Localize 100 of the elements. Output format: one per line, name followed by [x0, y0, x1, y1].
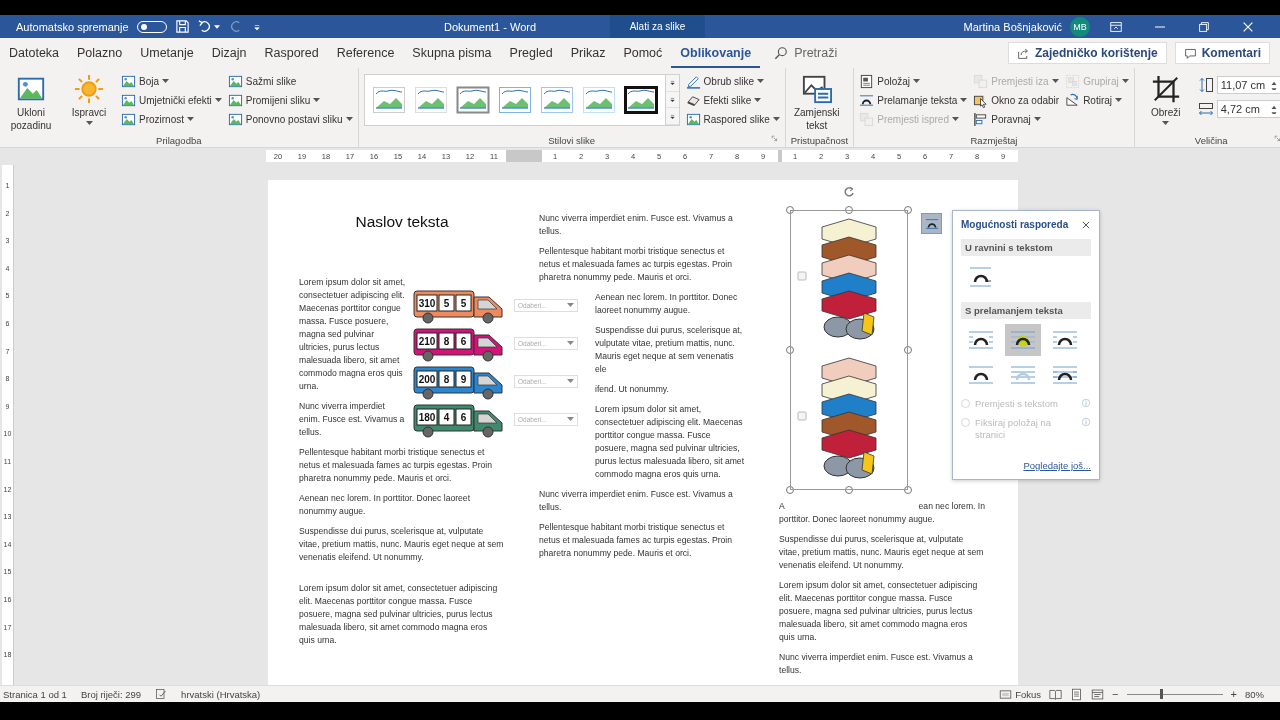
comment-icon	[1183, 46, 1197, 60]
ribbon-tab[interactable]: Pomoć	[614, 40, 672, 69]
ribbon-button[interactable]: Prelamanje teksta	[859, 91, 968, 109]
close-button[interactable]	[1081, 219, 1091, 230]
width-field[interactable]: 4,72 cm	[1216, 100, 1280, 118]
ribbon-button[interactable]: Ukloni pozadinu	[5, 72, 57, 132]
rotate-handle[interactable]	[843, 186, 855, 198]
group-label: Veličina	[1194, 134, 1228, 146]
caret-icon	[313, 98, 321, 102]
caret-icon	[951, 117, 959, 121]
ribbon-tab[interactable]: Dizajn	[202, 40, 256, 69]
ribbon-tab[interactable]: Pregled	[500, 40, 562, 69]
launcher-icon	[770, 135, 780, 144]
print-layout-button[interactable]	[1070, 687, 1084, 701]
ribbon-button[interactable]: Rotiraj	[1065, 91, 1129, 109]
restore-icon	[1197, 19, 1211, 34]
resize-handle[interactable]	[786, 346, 794, 354]
wrap-option-button[interactable]	[1005, 324, 1041, 356]
dialog-launcher-button[interactable]	[770, 135, 780, 144]
zoom-out-button[interactable]: −	[1112, 688, 1119, 700]
web-layout-button[interactable]	[1091, 687, 1105, 701]
truck-number: 310	[418, 298, 436, 309]
caret-icon	[1051, 79, 1059, 83]
ribbon-tab[interactable]: Skupna pisma	[403, 40, 501, 69]
zoom-in-button[interactable]: +	[1230, 688, 1237, 700]
ribbon-button[interactable]: Sažmi slike	[227, 72, 353, 90]
ribbon-button[interactable]: Ispravci	[63, 72, 115, 125]
layers-icon	[973, 73, 989, 89]
picture-style-thumbnail[interactable]	[497, 86, 532, 114]
gallery-up-button[interactable]	[665, 75, 679, 92]
picture-icon	[121, 111, 136, 127]
undo-icon	[197, 19, 213, 34]
ribbon-button[interactable]: Promijeni sliku	[227, 91, 353, 109]
resize-handle[interactable]	[786, 206, 794, 214]
window-title: Dokument1 - Word	[442, 20, 538, 33]
ribbon-button[interactable]: Efekti slike	[685, 91, 780, 109]
caret-icon	[754, 98, 762, 102]
ribbon-tab[interactable]: Raspored	[255, 40, 328, 69]
caret-icon	[213, 24, 220, 29]
resize-handle[interactable]	[845, 206, 853, 214]
ribbon-button[interactable]: Boja	[121, 72, 222, 90]
undo-button[interactable]	[197, 19, 220, 34]
resize-handle[interactable]	[904, 486, 912, 494]
proofing-icon	[155, 688, 168, 700]
picture-style-thumbnail[interactable]	[455, 86, 490, 114]
close-icon	[1081, 219, 1091, 230]
picture-style-thumbnail[interactable]	[623, 86, 658, 114]
ribbon-button[interactable]: Obrub slike	[685, 72, 780, 90]
comments-button[interactable]: Komentari	[1174, 42, 1270, 64]
ribbon-tab[interactable]: Polazno	[68, 40, 132, 69]
ribbon-button[interactable]: Umjetnički efekti	[121, 91, 222, 109]
ribbon-button[interactable]: Raspored slike	[685, 110, 780, 128]
dialog-launcher-button[interactable]	[1273, 135, 1280, 144]
caret-icon	[162, 79, 169, 83]
ribbon-button[interactable]: Poravnaj	[973, 110, 1060, 128]
save-button[interactable]	[174, 19, 190, 34]
zoom-slider-thumb[interactable]	[1160, 688, 1164, 699]
resize-handle[interactable]	[845, 486, 853, 494]
layout-options-button[interactable]	[921, 213, 942, 234]
ruler-margin	[778, 150, 782, 162]
ribbon-button[interactable]: Okno za odabir	[973, 91, 1060, 109]
ribbon-tab[interactable]: Datoteka	[0, 40, 69, 69]
ribbon-button[interactable]: Zamjenski tekst	[790, 72, 843, 132]
ribbon-button[interactable]: Položaj	[859, 72, 968, 90]
paragraph: Suspendisse dui purus, scelerisque at, vulputate vitae, pretium mattis, nunc. Mauris eget neque at sem venenatis eleifend. Ut nonummy.	[779, 533, 985, 572]
picture-styles-gallery[interactable]	[363, 74, 680, 126]
ribbon-button[interactable]: Ponovno postavi sliku	[227, 110, 353, 128]
resize-handle[interactable]	[904, 206, 912, 214]
caret-icon	[345, 117, 353, 121]
truck-number: 5	[460, 298, 467, 309]
ribbon-button[interactable]: Obreži	[1139, 72, 1192, 125]
focus-button[interactable]: Fokus	[999, 687, 1042, 701]
height-field[interactable]: 11,07 cm	[1216, 76, 1280, 94]
focus-icon	[999, 687, 1013, 701]
wrap-option-icon	[1009, 329, 1037, 351]
resize-handle[interactable]	[904, 346, 912, 354]
truck-number: 8	[443, 374, 450, 385]
ribbon-tab[interactable]: Umetanje	[131, 40, 203, 69]
ribbon-tab[interactable]: Reference	[327, 40, 404, 69]
height-icon	[1197, 77, 1214, 93]
truck-number: 210	[418, 336, 436, 347]
search-field[interactable]: Pretraži	[774, 46, 838, 60]
see-more-link[interactable]: Pogledajte još...	[1023, 460, 1091, 471]
gallery-more-button[interactable]	[665, 108, 679, 125]
paragraph: Aenean nec lorem. In porttitor. Donec laoreet nonummy augue.	[595, 291, 739, 317]
info-icon	[1081, 398, 1091, 408]
layers-icon	[859, 111, 875, 127]
ribbon-button[interactable]: Prozirnost	[121, 110, 222, 128]
share-button[interactable]: Zajedničko korištenje	[1007, 42, 1167, 64]
paragraph: Lorem ipsum dolor sit amet, consectetuer adipiscing elit. Maecenas porttitor congue massa. Fusce posuere, magna sed pulvinar ultricies, purus lectus malesuada libero, sit amet commodo magna eros quis urna.	[299, 276, 406, 393]
read-mode-button[interactable]	[1049, 687, 1063, 701]
user-avatar[interactable]: MB	[1070, 16, 1090, 37]
ribbon-tab[interactable]: Prikaz	[561, 40, 615, 69]
group-label: Stilovi slike	[548, 134, 596, 146]
picture-icon	[685, 111, 701, 127]
rotate-icon	[1065, 92, 1081, 108]
paragraph: Aenean nec lorem. In porttitor. Donec laoreet nonummy augue.	[299, 492, 472, 518]
square-marker-icon	[797, 411, 807, 421]
ribbon-display-icon	[1109, 19, 1123, 34]
resize-handle[interactable]	[786, 486, 794, 494]
